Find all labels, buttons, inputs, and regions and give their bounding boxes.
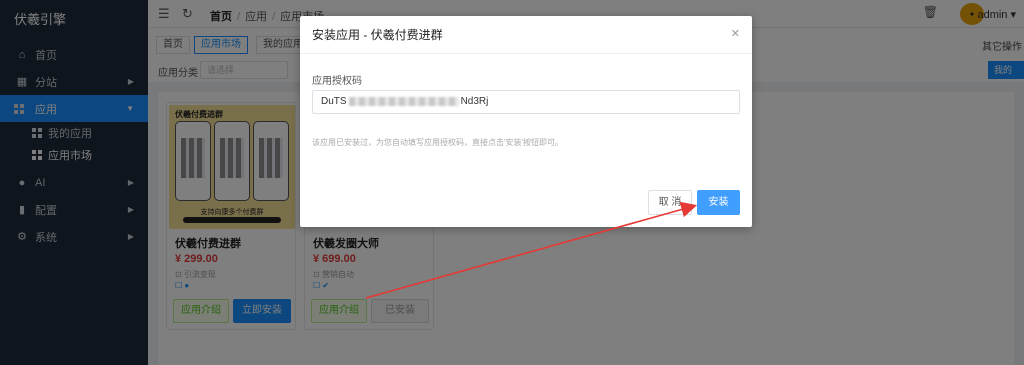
- redacted-text: [348, 96, 459, 106]
- auth-code-label: 应用授权码: [312, 76, 362, 87]
- cancel-button[interactable]: 取 消: [648, 190, 692, 215]
- install-button[interactable]: 安装: [697, 190, 740, 215]
- help-text: 该应用已安装过，为您自动填写应用授权码，直接点击'安装'按钮即可。: [312, 138, 564, 147]
- divider: [300, 53, 752, 54]
- install-dialog: 安装应用 - 伏羲付费进群 ✕ 应用授权码 DuTS Nd3Rj 该应用已安装过，…: [300, 16, 752, 227]
- close-icon[interactable]: ✕: [731, 27, 740, 40]
- dialog-title: 安装应用 - 伏羲付费进群: [312, 28, 443, 42]
- auth-code-input[interactable]: DuTS Nd3Rj: [312, 90, 740, 114]
